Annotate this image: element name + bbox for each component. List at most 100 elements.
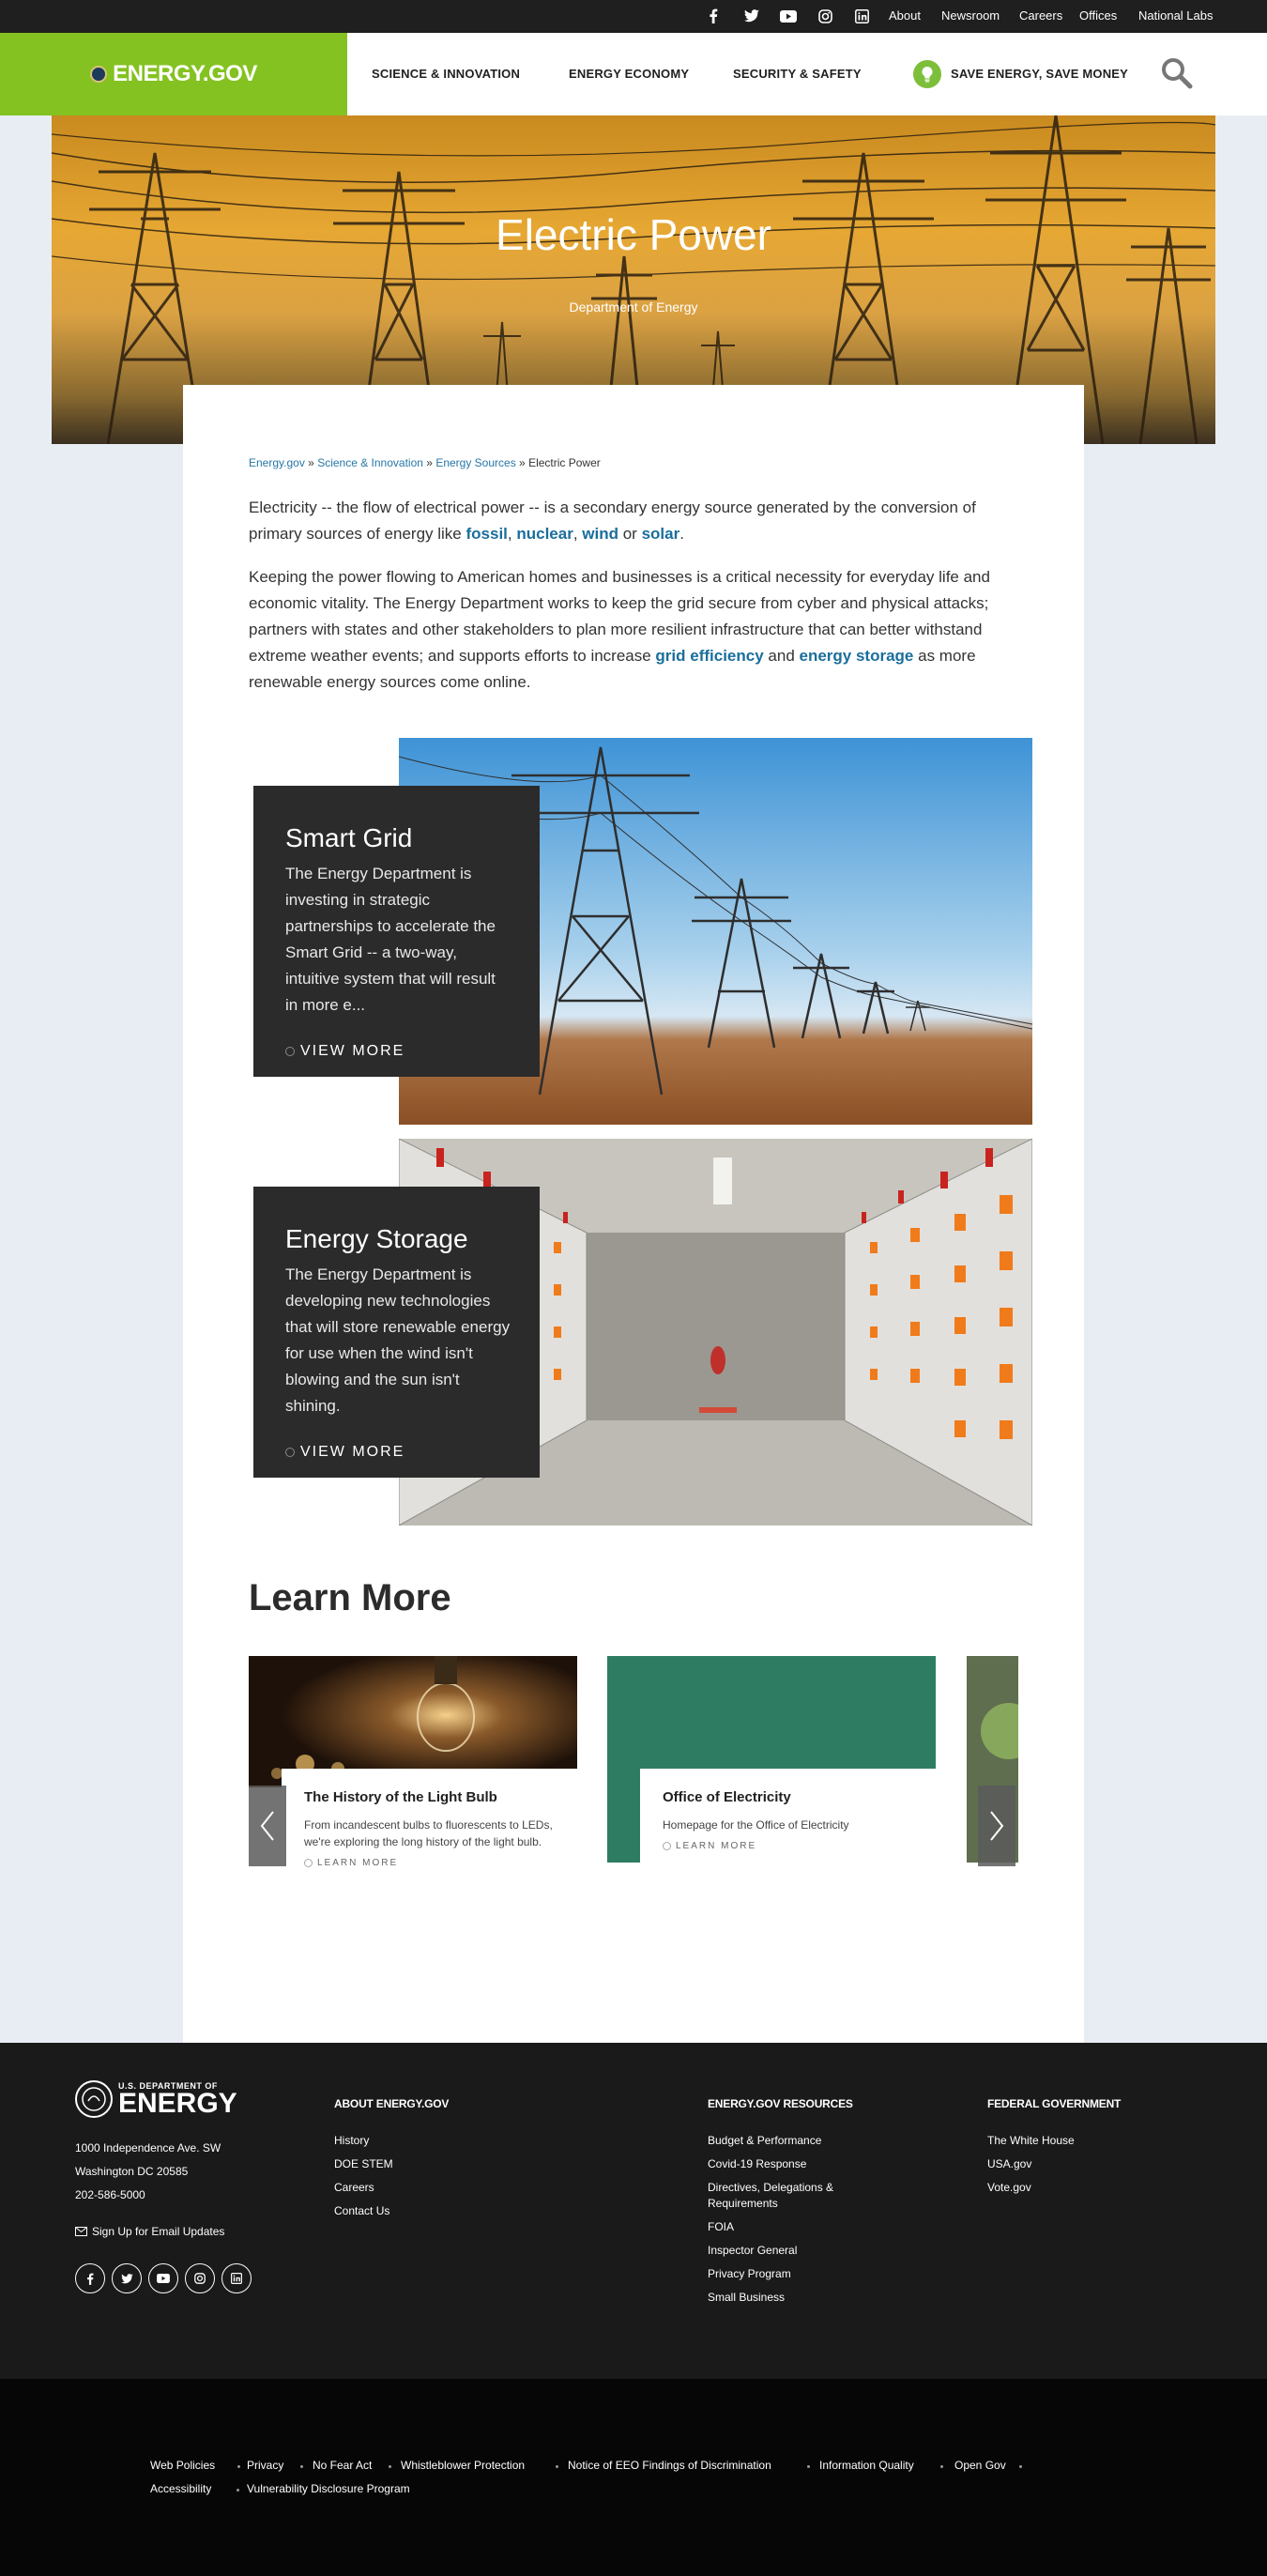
carousel-next-button[interactable] [978, 1786, 1015, 1866]
footer-link-privacy-program[interactable]: Privacy Program [708, 2266, 791, 2282]
subfooter-link-accessibility[interactable]: Accessibility [150, 2482, 211, 2495]
footer-twitter-icon[interactable] [112, 2263, 142, 2293]
nav-save-energy[interactable]: SAVE ENERGY, SAVE MONEY [951, 67, 1128, 81]
instagram-icon[interactable] [815, 6, 835, 26]
site-header: ENERGY.GOV SCIENCE & INNOVATION ENERGY E… [0, 33, 1267, 115]
subfooter-link-vulnerability-disclosure[interactable]: Vulnerability Disclosure Program [247, 2482, 410, 2495]
view-more-label: VIEW MORE [300, 1043, 405, 1059]
subfooter-link-whistleblower[interactable]: Whistleblower Protection [401, 2459, 525, 2472]
footer-link-small-business[interactable]: Small Business [708, 2290, 785, 2306]
footer-youtube-icon[interactable] [148, 2263, 178, 2293]
learn-more-link[interactable]: LEARN MORE [663, 1841, 913, 1851]
footer-link-white-house[interactable]: The White House [987, 2133, 1075, 2149]
breadcrumb-science-innovation[interactable]: Science & Innovation [317, 456, 423, 469]
main-content: Energy.gov » Science & Innovation » Ener… [183, 385, 1084, 2043]
footer-link-history[interactable]: History [334, 2133, 369, 2149]
nav-security-safety[interactable]: SECURITY & SAFETY [733, 67, 862, 81]
subfooter-link-privacy[interactable]: Privacy [247, 2459, 283, 2472]
breadcrumb-energy-sources[interactable]: Energy Sources [435, 456, 515, 469]
footer-address-line-1: 1000 Independence Ave. SW [75, 2141, 221, 2154]
view-more-button[interactable]: VIEW MORE [285, 1043, 405, 1060]
subfooter-link-eeo-findings[interactable]: Notice of EEO Findings of Discrimination [568, 2459, 771, 2472]
chevron-right-icon [990, 1811, 1004, 1841]
breadcrumb-energy-gov[interactable]: Energy.gov [249, 456, 305, 469]
facebook-icon[interactable] [703, 6, 724, 26]
learn-more-heading: Learn More [249, 1577, 451, 1618]
card-body: Office of Electricity Homepage for the O… [640, 1769, 936, 1863]
footer-link-budget[interactable]: Budget & Performance [708, 2133, 821, 2149]
separator-dot [556, 2465, 558, 2468]
search-icon[interactable] [1160, 56, 1194, 90]
utility-link-careers[interactable]: Careers [1019, 8, 1062, 23]
breadcrumb-separator: » [308, 456, 314, 469]
footer-link-doe-stem[interactable]: DOE STEM [334, 2156, 393, 2172]
footer-link-careers[interactable]: Careers [334, 2180, 374, 2196]
footer-resources-heading: ENERGY.GOV RESOURCES [708, 2097, 853, 2110]
youtube-icon[interactable] [778, 6, 799, 26]
view-more-button[interactable]: VIEW MORE [285, 1444, 405, 1461]
footer-linkedin-icon[interactable] [221, 2263, 252, 2293]
utility-link-national-labs[interactable]: National Labs [1138, 8, 1214, 23]
sub-footer: Web Policies Privacy No Fear Act Whistle… [0, 2379, 1267, 2576]
breadcrumb-separator: » [519, 456, 526, 469]
footer-facebook-icon[interactable] [75, 2263, 105, 2293]
learn-more-link[interactable]: LEARN MORE [304, 1858, 555, 1868]
envelope-icon [75, 2227, 87, 2236]
intro-end: . [679, 525, 684, 543]
feature-card-smart-grid: Smart Grid The Energy Department is inve… [253, 786, 540, 1077]
circle-icon [304, 1859, 313, 1867]
circle-icon [285, 1047, 295, 1056]
utility-link-offices[interactable]: Offices [1079, 8, 1117, 23]
separator-dot [300, 2465, 303, 2468]
card-description: Homepage for the Office of Electricity [663, 1818, 849, 1832]
footer-address-line-2: Washington DC 20585 [75, 2165, 189, 2178]
link-solar[interactable]: solar [642, 525, 680, 543]
intro-text: and [763, 647, 800, 665]
footer-link-foia[interactable]: FOIA [708, 2219, 734, 2235]
nav-science-innovation[interactable]: SCIENCE & INNOVATION [372, 67, 520, 81]
footer-link-usa-gov[interactable]: USA.gov [987, 2156, 1031, 2172]
feature-card-energy-storage: Energy Storage The Energy Department is … [253, 1187, 540, 1478]
footer-logo-text: U.S. DEPARTMENT OF ENERGY [118, 2081, 237, 2119]
footer-about-heading: ABOUT ENERGY.GOV [334, 2097, 450, 2110]
nav-energy-economy[interactable]: ENERGY ECONOMY [569, 67, 689, 81]
footer-link-vote-gov[interactable]: Vote.gov [987, 2180, 1031, 2196]
footer-link-directives[interactable]: Directives, Delegations & Requirements [708, 2180, 877, 2212]
card-body: The History of the Light Bulb From incan… [282, 1769, 577, 1909]
footer-link-covid[interactable]: Covid-19 Response [708, 2156, 806, 2172]
carousel-prev-button[interactable] [249, 1786, 286, 1866]
email-signup-link[interactable]: Sign Up for Email Updates [75, 2225, 224, 2238]
link-fossil[interactable]: fossil [466, 525, 507, 543]
card-title: The History of the Light Bulb [304, 1789, 497, 1805]
doe-footer-logo[interactable]: U.S. DEPARTMENT OF ENERGY [75, 2080, 237, 2118]
feature-text: The Energy Department is investing in st… [285, 865, 496, 1014]
twitter-icon[interactable] [741, 6, 762, 26]
footer-phone[interactable]: 202-586-5000 [75, 2188, 145, 2201]
footer-link-inspector-general[interactable]: Inspector General [708, 2243, 797, 2259]
feature-text: The Energy Department is developing new … [285, 1265, 511, 1415]
link-wind[interactable]: wind [582, 525, 618, 543]
footer-link-contact-us[interactable]: Contact Us [334, 2203, 389, 2219]
utility-link-about[interactable]: About [889, 8, 921, 23]
doe-seal-icon [75, 2080, 113, 2118]
subfooter-link-no-fear-act[interactable]: No Fear Act [313, 2459, 372, 2472]
page-subtitle: Department of Energy [569, 299, 698, 314]
linkedin-icon[interactable] [851, 6, 872, 26]
feature-title: Smart Grid [285, 823, 413, 852]
card-description: From incandescent bulbs to fluorescents … [304, 1818, 553, 1848]
link-energy-storage[interactable]: energy storage [800, 647, 914, 665]
utility-link-newsroom[interactable]: Newsroom [941, 8, 1000, 23]
separator-dot [940, 2465, 943, 2468]
subfooter-link-web-policies[interactable]: Web Policies [150, 2459, 215, 2472]
intro-separator: , [507, 525, 517, 543]
intro-paragraph-1: Electricity -- the flow of electrical po… [249, 495, 1028, 547]
subfooter-link-information-quality[interactable]: Information Quality [819, 2459, 914, 2472]
footer-logo-big: ENERGY [118, 2088, 237, 2119]
circle-icon [285, 1448, 295, 1457]
link-grid-efficiency[interactable]: grid efficiency [655, 647, 763, 665]
link-nuclear[interactable]: nuclear [516, 525, 572, 543]
footer-instagram-icon[interactable] [185, 2263, 215, 2293]
site-footer: U.S. DEPARTMENT OF ENERGY 1000 Independe… [0, 2043, 1267, 2379]
subfooter-link-open-gov[interactable]: Open Gov [954, 2459, 1006, 2472]
energy-gov-logo[interactable]: ENERGY.GOV [0, 33, 347, 115]
